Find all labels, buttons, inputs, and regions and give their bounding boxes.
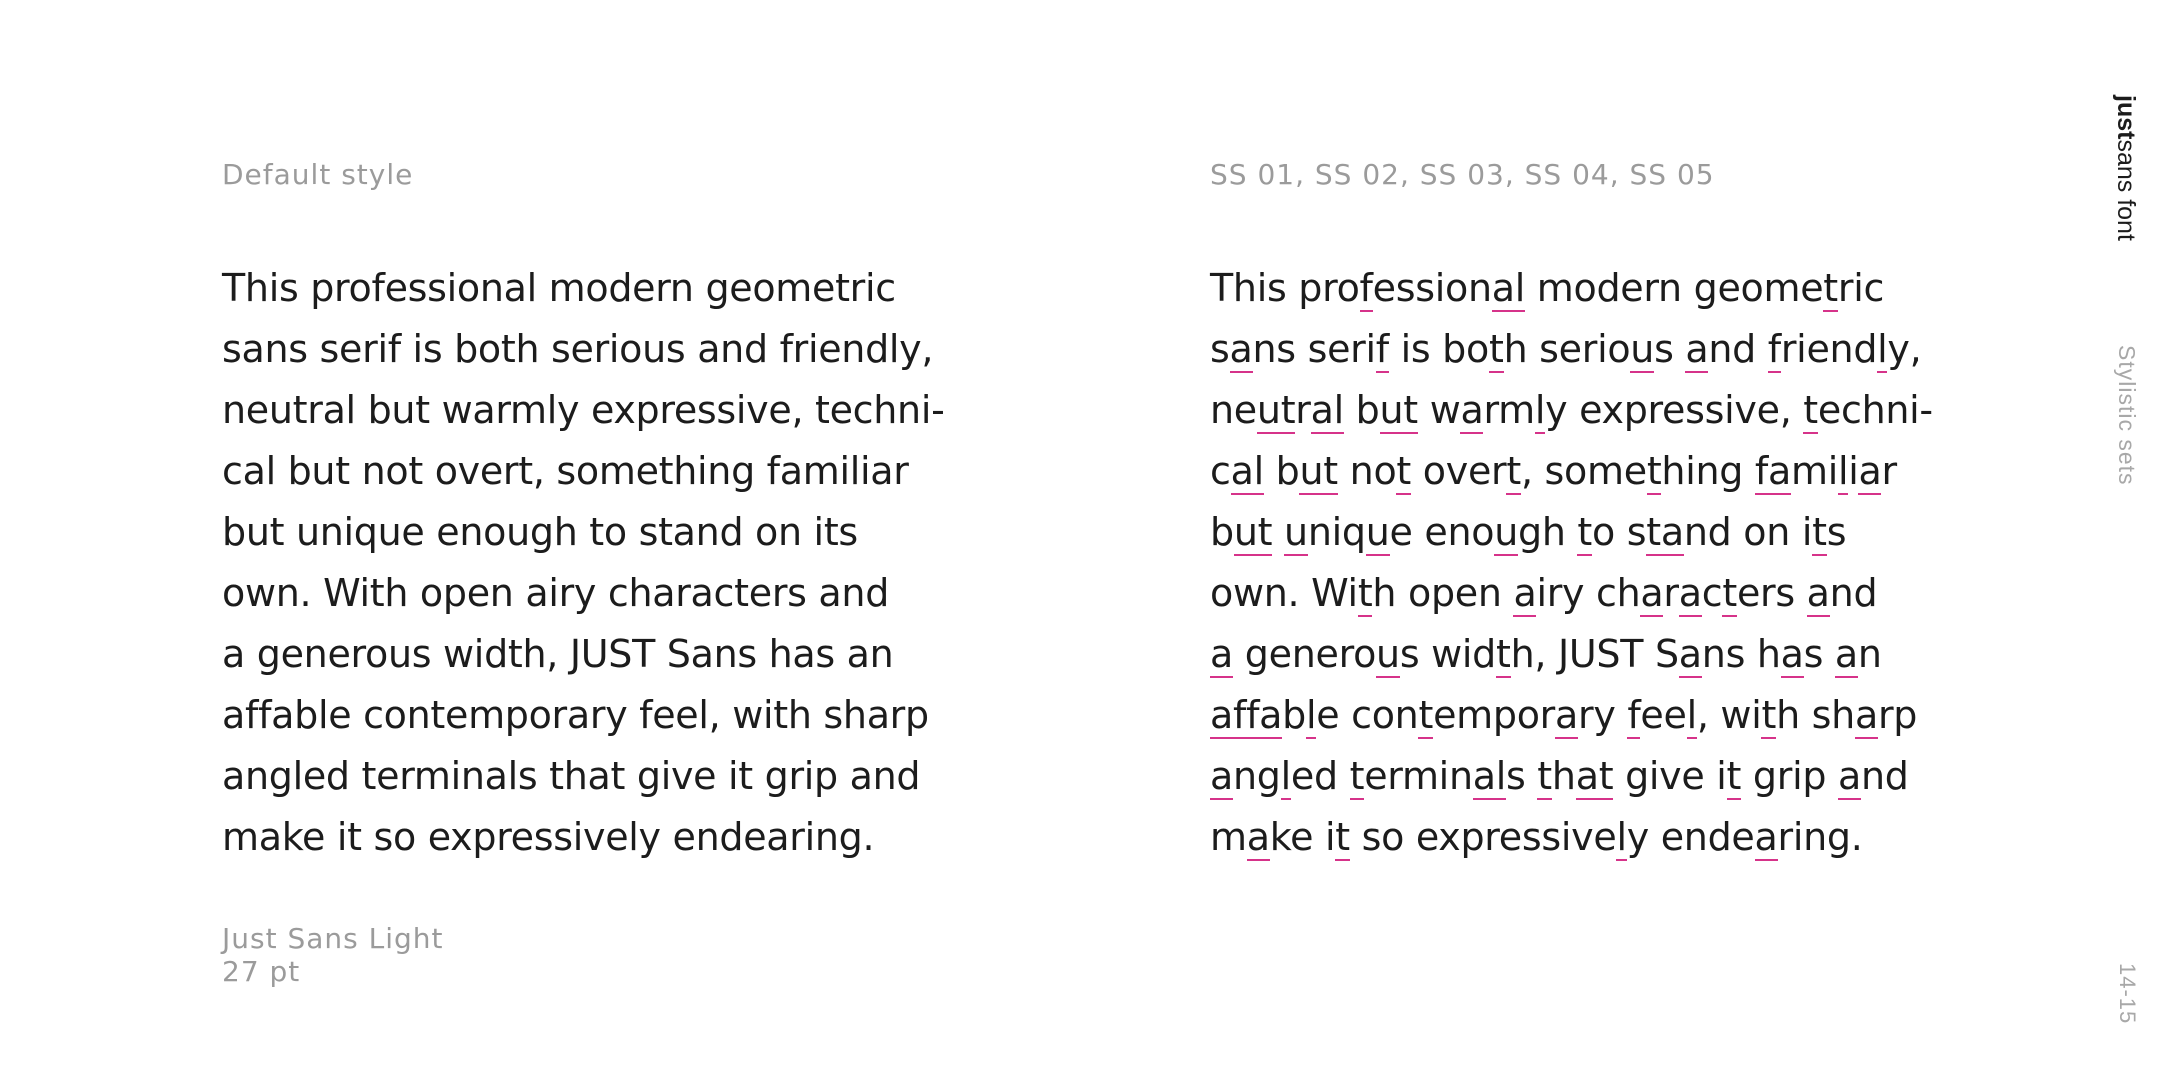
paragraph-line: sans serif is both serious and friendly, xyxy=(222,327,934,371)
paragraph-line: neutral but warmly expressive, techni- xyxy=(1210,388,1933,434)
paragraph-line: angled terminals that give it grip and xyxy=(1210,754,1909,800)
paragraph-line: own. With open airy characters and xyxy=(1210,571,1878,617)
paragraph-line: make it so expressively endearing. xyxy=(222,815,875,859)
paragraph-line: but unique enough to stand on its xyxy=(1210,510,1847,556)
paragraph-line: angled terminals that give it grip and xyxy=(222,754,921,798)
font-size: 27 pt xyxy=(222,955,301,988)
paragraph-line: sans serif is both serious and friendly, xyxy=(1210,327,1922,373)
paragraph-line: affable contemporary feel, with sharp xyxy=(1210,693,1918,739)
paragraph-line: make it so expressively endearing. xyxy=(1210,815,1863,861)
paragraph-line: This professional modern geometric xyxy=(222,266,896,310)
paragraph-line: a generous width, JUST Sans has an xyxy=(1210,632,1882,678)
paragraph-line: This professional modern geometric xyxy=(1210,266,1885,312)
stylistic-sets-paragraph: This professional modern geometric sans … xyxy=(1210,258,1933,868)
default-style-paragraph: This professional modern geometric sans … xyxy=(222,258,945,868)
paragraph-line: affable contemporary feel, with sharp xyxy=(222,693,929,737)
font-name: Just Sans Light xyxy=(222,922,444,955)
paragraph-line: but unique enough to stand on its xyxy=(222,510,858,554)
paragraph-line: a generous width, JUST Sans has an xyxy=(222,632,894,676)
paragraph-line: neutral but warmly expressive, techni- xyxy=(222,388,945,432)
paragraph-line: cal but not overt, something familiar xyxy=(222,449,909,493)
paragraph-line: cal but not overt, something familiar xyxy=(1210,449,1897,495)
section-label: Stylistic sets xyxy=(2114,345,2140,486)
stylistic-sets-title: SS 01, SS 02, SS 03, SS 04, SS 05 xyxy=(1210,158,1715,191)
brand-rest: sans font xyxy=(2112,139,2140,241)
default-style-title: Default style xyxy=(222,158,414,191)
brand-bold: just xyxy=(2112,95,2140,140)
font-spec: Just Sans Light 27 pt xyxy=(222,922,444,988)
paragraph-line: own. With open airy characters and xyxy=(222,571,890,615)
brand-label: justsans font xyxy=(2100,95,2140,241)
page-number: 14-15 xyxy=(2115,963,2140,1025)
